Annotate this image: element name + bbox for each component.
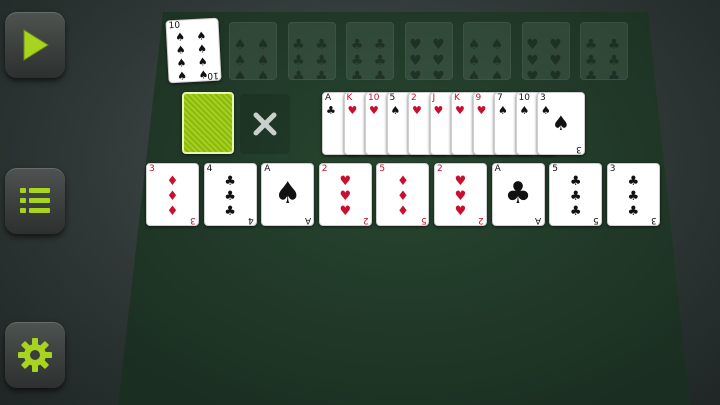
card-rank-bottom: 5: [420, 215, 427, 225]
tableau-card[interactable]: 4 ♣ ♣ ♣ 4: [203, 163, 257, 226]
suit-icon: ♣: [326, 104, 336, 117]
suit-icon: ♠: [274, 176, 302, 211]
suit-icon: ♥: [455, 104, 465, 117]
suit-icon: ♣: [504, 176, 532, 211]
card-rank: 3: [149, 164, 155, 174]
card-rank: A: [264, 164, 271, 174]
stock-pile[interactable]: [182, 92, 234, 154]
tableau-card[interactable]: 2 ♥ ♥ ♥ 2: [318, 163, 372, 226]
suit-icon: ♥: [369, 104, 379, 117]
suit-icon: ♥ ♥ ♥ ♥ ♥ ♥: [526, 37, 565, 80]
foundation-slot[interactable]: ♠ ♠ ♠ ♠ ♠ ♠: [463, 22, 511, 80]
suit-icon: ♣ ♣ ♣: [627, 174, 640, 219]
suit-icon: ♣ ♣ ♣ ♣ ♣ ♣: [584, 37, 624, 80]
card-rank: 7: [497, 93, 503, 103]
suit-icon: ♠: [552, 111, 570, 135]
foundation-slot[interactable]: ♥ ♥ ♥ ♥ ♥ ♥: [404, 22, 453, 80]
foundation-slot[interactable]: ♠ ♠ ♠ ♠ ♠ ♠: [229, 22, 277, 80]
tableau-card[interactable]: 3 ♣ ♣ ♣ 3: [606, 163, 660, 226]
settings-button[interactable]: [5, 322, 65, 388]
card-rank: 3: [609, 164, 616, 174]
card-rank: A: [325, 93, 332, 103]
card-rank: 2: [437, 164, 443, 174]
suit-icon: ♠: [519, 104, 530, 117]
card-rank: J: [432, 93, 436, 103]
foundation-slot[interactable]: ♥ ♥ ♥ ♥ ♥ ♥: [521, 22, 570, 80]
suit-icon: ♥: [347, 104, 358, 117]
card-rank-bottom: 3: [190, 215, 196, 225]
card-rank: 9: [475, 93, 482, 103]
card-rank-bottom: A: [535, 215, 542, 225]
card-rank-bottom: 10: [206, 69, 219, 81]
suit-icon: ♥: [412, 104, 422, 117]
foundation-slot[interactable]: ♣ ♣ ♣ ♣ ♣ ♣: [287, 22, 336, 80]
suit-icon: ♥ ♥ ♥ ♥ ♥ ♥: [409, 37, 448, 80]
card-rank-bottom: 2: [478, 215, 484, 225]
tableau-card[interactable]: 3 ♦ ♦ ♦ 3: [146, 163, 199, 226]
suit-icon: ♥ ♥ ♥: [454, 174, 467, 219]
suit-icon: ♥: [476, 104, 487, 117]
card-rank: 5: [379, 164, 386, 174]
card-rank: 3: [540, 93, 546, 103]
suit-icon: ♠: [390, 104, 401, 117]
gear-icon: [18, 338, 52, 372]
foundation-slot[interactable]: ♣ ♣ ♣ ♣ ♣ ♣: [346, 22, 394, 80]
tableau-card[interactable]: 5 ♦ ♦ ♦ 5: [376, 163, 430, 226]
card-rank: 5: [552, 164, 558, 174]
waste-card[interactable]: 3 ♠ ♠ 3: [537, 92, 585, 155]
card-rank: 5: [389, 93, 396, 103]
card-rank: K: [346, 93, 353, 103]
card-rank: K: [454, 93, 460, 103]
suit-icon: ♠ ♠ ♠ ♠ ♠ ♠: [233, 37, 273, 80]
tableau-card[interactable]: 5 ♣ ♣ ♣ 5: [549, 163, 603, 226]
close-icon: [253, 112, 277, 136]
suit-icon: ♣ ♣ ♣: [569, 174, 582, 219]
tableau-card[interactable]: 2 ♥ ♥ ♥ 2: [434, 163, 487, 226]
sidebar: [0, 0, 70, 405]
menu-button[interactable]: [5, 168, 65, 234]
suit-icon: ♥: [433, 104, 444, 117]
card-rank: 2: [321, 164, 328, 174]
suit-icon: ♣ ♣ ♣ ♣ ♣ ♣: [350, 37, 390, 80]
suit-icon: ♠: [498, 104, 508, 117]
play-icon: [23, 29, 49, 61]
card-rank-bottom: 4: [247, 215, 254, 225]
card-rank: 10: [368, 93, 380, 103]
suit-icon: ♥ ♥ ♥: [339, 174, 352, 219]
suit-icon: ♣ ♣ ♣ ♣ ♣ ♣: [292, 37, 331, 80]
card-rank-bottom: 3: [576, 144, 582, 154]
card-rank: 4: [206, 164, 213, 174]
foundation-slot[interactable]: ♣ ♣ ♣ ♣ ♣ ♣: [580, 22, 628, 80]
card-rank: 10: [518, 93, 530, 103]
suit-icon: ♠ ♠ ♠ ♠ ♠ ♠: [467, 37, 507, 80]
tableau-card[interactable]: A ♣ A: [491, 163, 545, 226]
suit-icon: ♣ ♣ ♣: [224, 174, 236, 219]
list-icon: [20, 188, 50, 213]
suit-icon: ♦ ♦ ♦: [166, 174, 179, 219]
card-rank-bottom: 3: [651, 215, 657, 225]
top-card[interactable]: 10 ♠ ♠ ♠ ♠ ♠ ♠ ♠ ♠ 10: [165, 17, 222, 84]
suit-icon: ♦ ♦ ♦: [397, 174, 409, 219]
tableau-card[interactable]: A ♠ A: [261, 163, 315, 226]
cancel-button[interactable]: [240, 94, 290, 154]
card-rank: 2: [411, 93, 417, 103]
card-rank-bottom: 2: [363, 215, 369, 225]
play-button[interactable]: [5, 12, 65, 78]
card-rank: A: [494, 164, 501, 174]
card-rank-bottom: A: [305, 215, 312, 225]
card-rank-bottom: 5: [593, 215, 600, 225]
